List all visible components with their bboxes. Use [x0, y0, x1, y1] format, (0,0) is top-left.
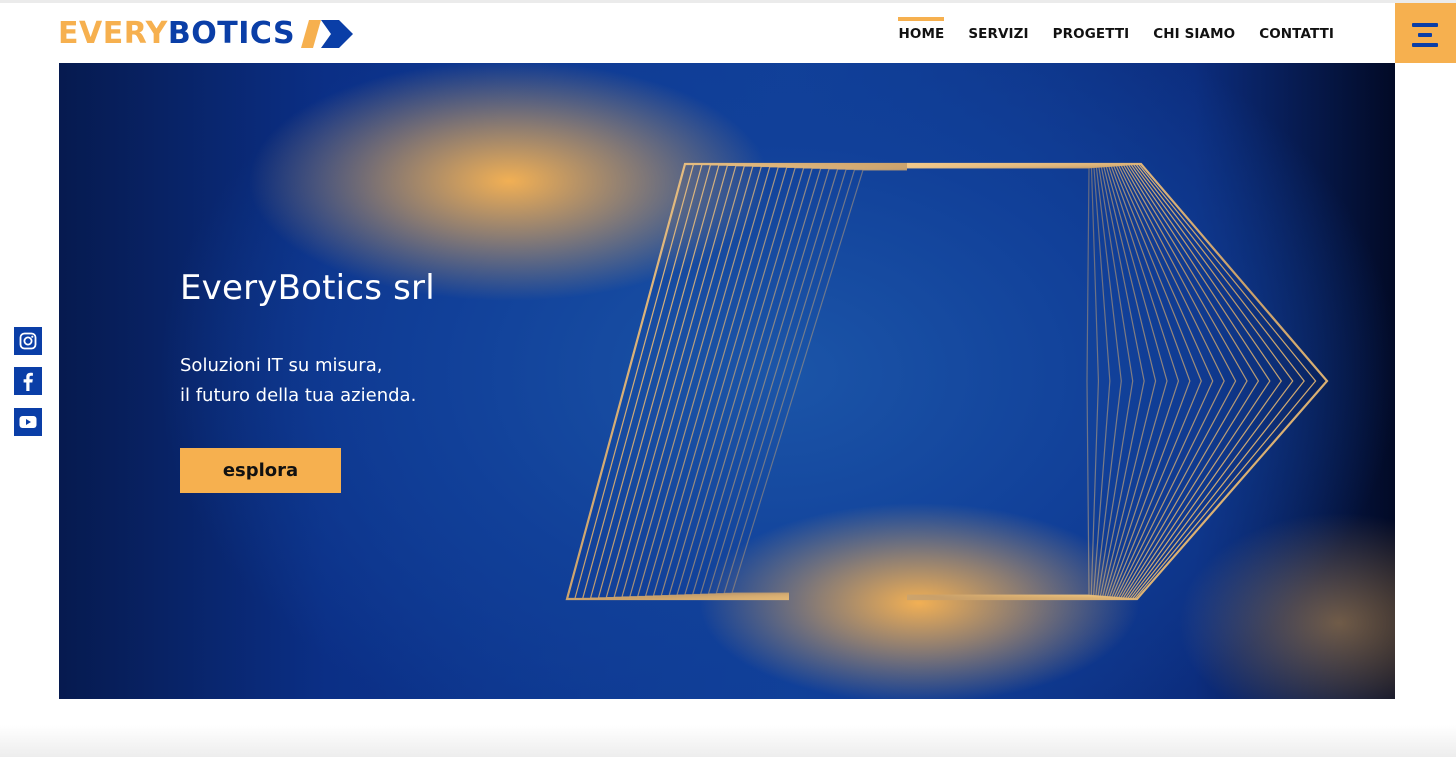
hero-banner: EveryBotics srl Soluzioni IT su misura, …: [59, 63, 1395, 699]
hero-subtitle: Soluzioni IT su misura, il futuro della …: [180, 351, 416, 411]
explore-button[interactable]: esplora: [180, 448, 341, 493]
nav-chi-siamo[interactable]: CHI SIAMO: [1153, 18, 1235, 42]
hero-subtitle-line2: il futuro della tua azienda.: [180, 385, 417, 406]
facebook-link[interactable]: [14, 367, 42, 395]
logo-arrow-icon: [301, 20, 354, 48]
nav-servizi[interactable]: SERVIZI: [968, 18, 1028, 42]
hero-subtitle-line1: Soluzioni IT su misura,: [180, 355, 383, 376]
logo-text-botics: BOTICS: [167, 16, 296, 51]
instagram-link[interactable]: [14, 327, 42, 355]
main-nav: HOME SERVIZI PROGETTI CHI SIAMO CONTATTI: [898, 17, 1334, 42]
facebook-icon: [23, 372, 33, 391]
nav-progetti[interactable]: PROGETTI: [1053, 18, 1130, 42]
logo[interactable]: EVERYBOTICS: [58, 14, 354, 54]
hero-title: EveryBotics srl: [180, 268, 435, 308]
logo-text-every: EVERY: [58, 16, 168, 51]
top-border: [0, 0, 1456, 3]
instagram-icon: [19, 332, 37, 350]
youtube-link[interactable]: [14, 408, 42, 436]
menu-button[interactable]: [1395, 3, 1456, 63]
section-shadow: [0, 725, 1456, 757]
nav-home[interactable]: HOME: [898, 17, 944, 42]
nav-contatti[interactable]: CONTATTI: [1259, 18, 1334, 42]
youtube-icon: [19, 416, 37, 428]
